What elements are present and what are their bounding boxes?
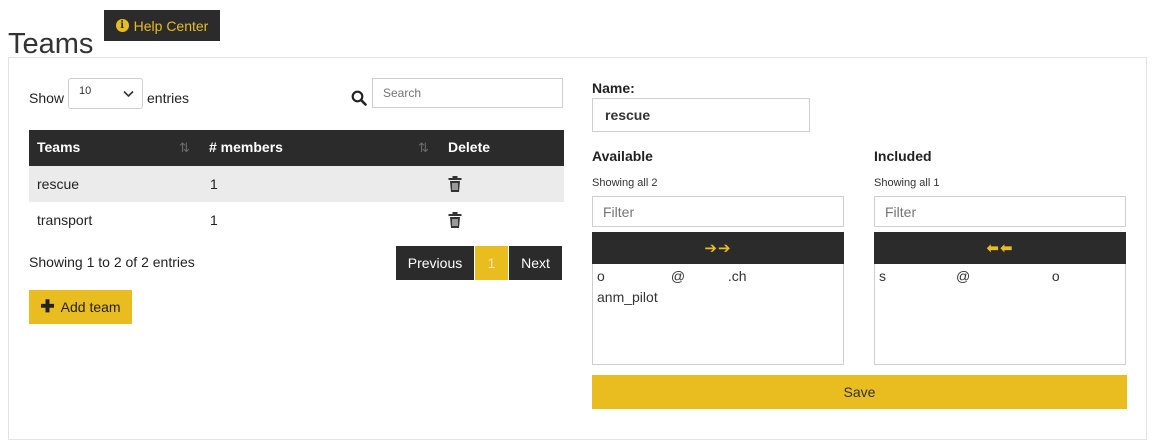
add-team-button[interactable]: ✚ Add team <box>29 290 132 324</box>
page-size-value: 10 <box>79 85 92 97</box>
search-input[interactable] <box>372 78 563 108</box>
list-item[interactable]: o @ .ch <box>597 266 839 287</box>
name-label: Name: <box>592 80 635 96</box>
table-header: Teams ⇅ # members ⇅ Delete <box>29 130 564 166</box>
add-team-label: Add team <box>60 299 121 315</box>
teams-panel: Show 10 entries Teams ⇅ # members ⇅ Dele… <box>8 57 1147 440</box>
arrow-left-icon: ⬅⬅ <box>986 239 1014 257</box>
table-row[interactable]: rescue 1 <box>29 166 564 202</box>
team-name-cell: transport <box>37 212 93 228</box>
trash-icon[interactable] <box>448 212 462 228</box>
included-title: Included <box>874 148 932 164</box>
available-list[interactable]: o @ .ch anm_pilot <box>592 264 844 365</box>
column-header-delete: Delete <box>448 139 491 155</box>
available-filter-input[interactable] <box>592 196 844 227</box>
available-count: Showing all 2 <box>592 177 658 189</box>
help-center-label: Help Center <box>133 17 209 34</box>
members-count-cell: 1 <box>210 176 218 192</box>
column-header-teams[interactable]: Teams <box>37 130 80 166</box>
table-row[interactable]: transport 1 <box>29 202 564 238</box>
info-icon: i <box>115 19 129 32</box>
next-page-button[interactable]: Next <box>509 246 562 280</box>
entries-label: entries <box>147 90 190 106</box>
list-item[interactable]: anm_pilot <box>597 287 839 308</box>
included-list[interactable]: s @ o <box>874 264 1126 365</box>
save-button[interactable]: Save <box>592 375 1127 409</box>
team-name-cell: rescue <box>37 176 80 192</box>
move-to-included-button[interactable]: ➔➔ <box>592 232 844 264</box>
available-title: Available <box>592 148 653 164</box>
arrow-right-icon: ➔➔ <box>704 239 732 257</box>
included-count: Showing all 1 <box>874 177 940 189</box>
show-label: Show <box>29 90 65 106</box>
team-name-input[interactable] <box>592 98 810 132</box>
sort-icon[interactable]: ⇅ <box>179 130 190 166</box>
table-info: Showing 1 to 2 of 2 entries <box>29 254 195 270</box>
page-size-select[interactable]: 10 <box>68 78 143 109</box>
plus-icon: ✚ <box>40 297 55 316</box>
search-icon <box>351 90 367 106</box>
help-center-button[interactable]: i Help Center <box>104 10 220 41</box>
page-1-button[interactable]: 1 <box>475 246 508 280</box>
trash-icon[interactable] <box>448 176 462 192</box>
list-item[interactable]: s @ o <box>879 266 1121 287</box>
chevron-down-icon <box>123 90 134 98</box>
included-filter-input[interactable] <box>874 196 1126 227</box>
previous-page-button[interactable]: Previous <box>396 246 474 280</box>
move-to-available-button[interactable]: ⬅⬅ <box>874 232 1126 264</box>
sort-icon[interactable]: ⇅ <box>418 130 429 166</box>
column-header-members[interactable]: # members <box>209 130 283 166</box>
members-count-cell: 1 <box>210 212 218 228</box>
